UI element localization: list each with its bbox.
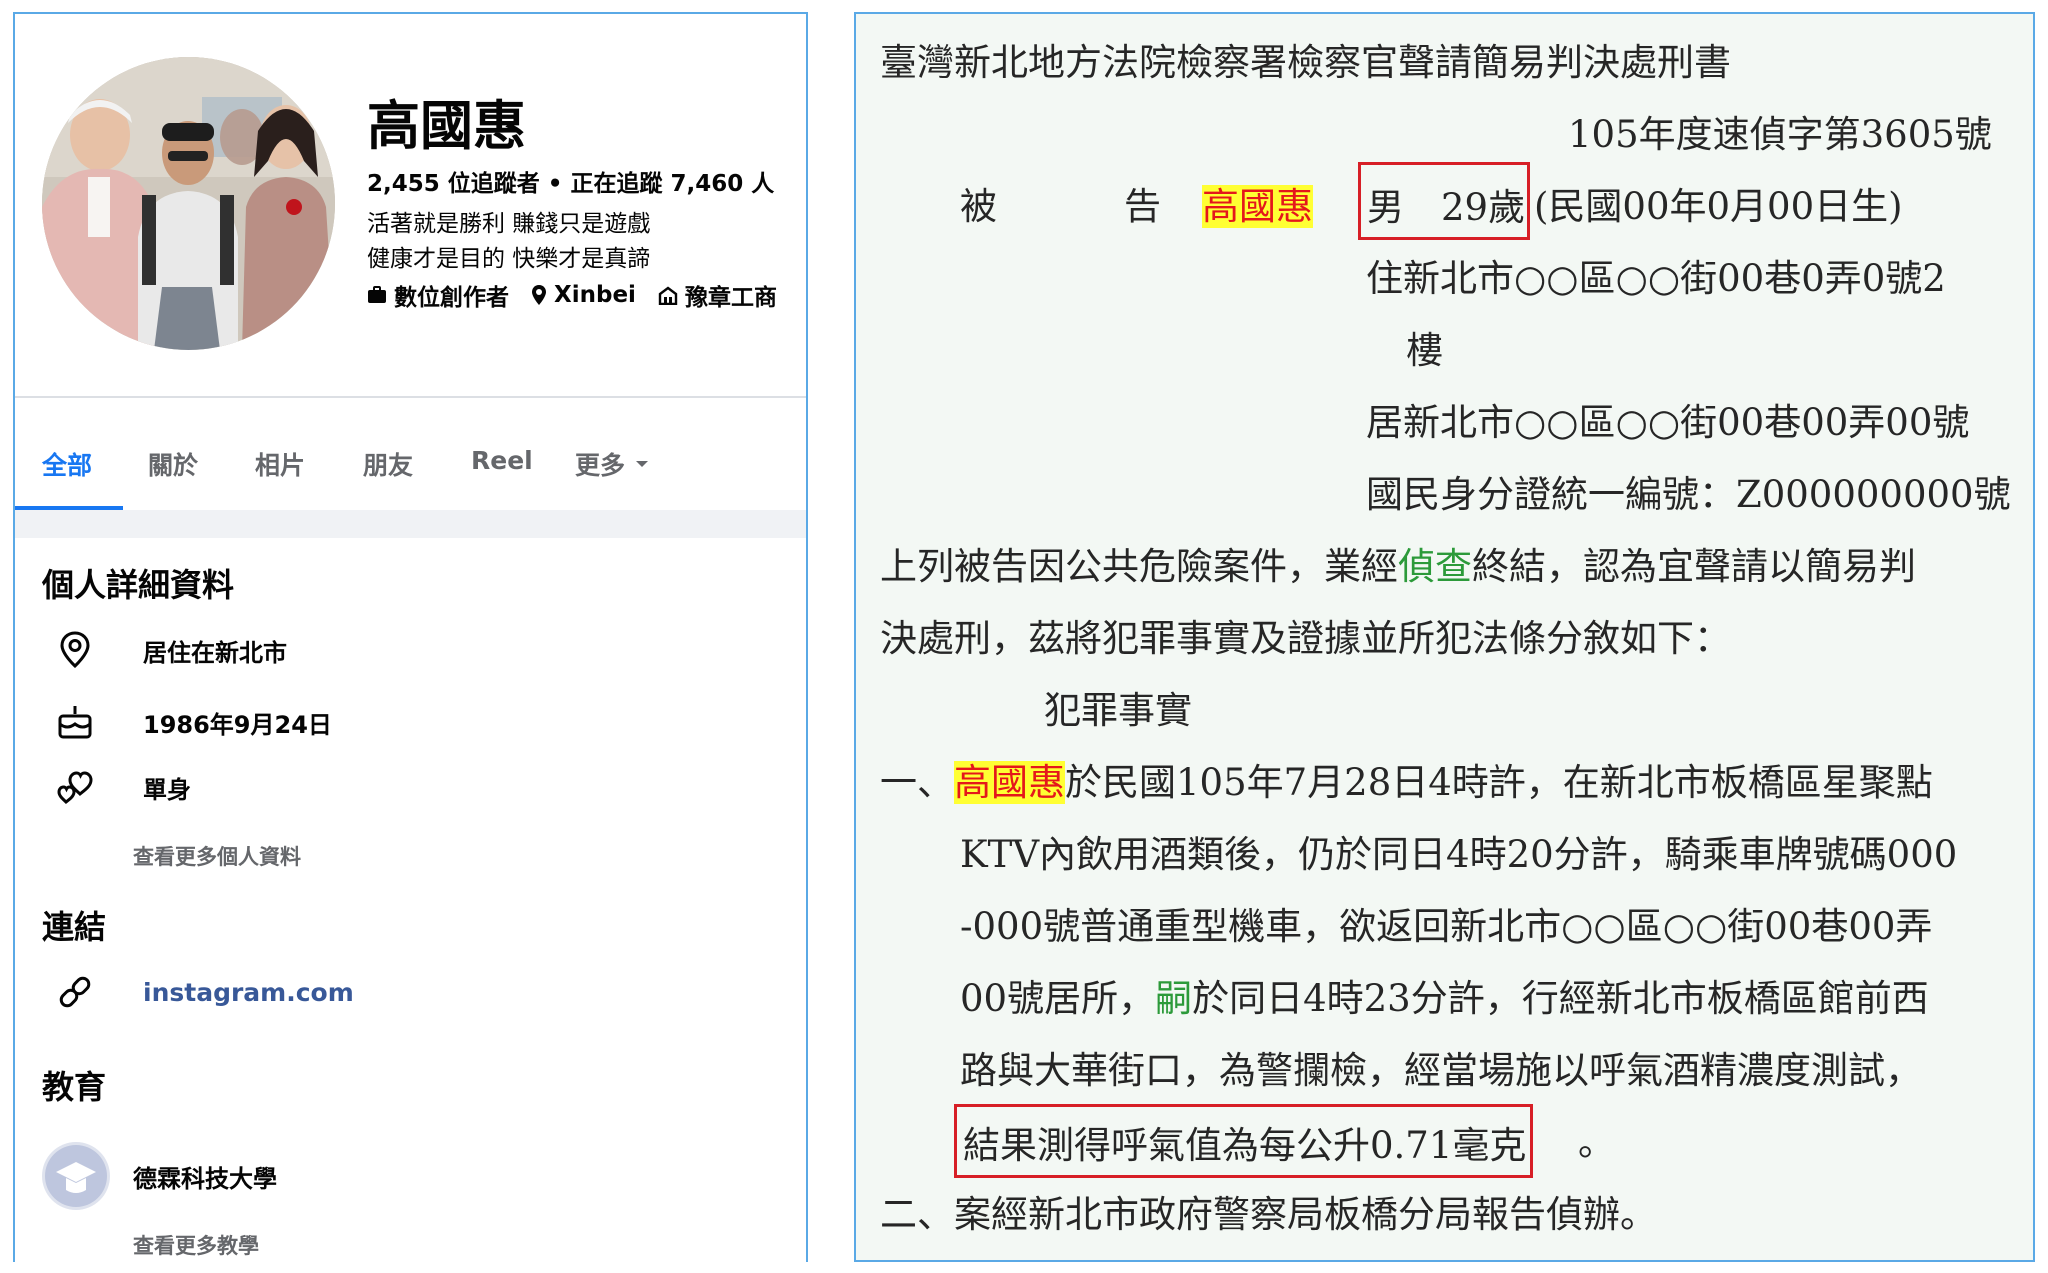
see-more-education-link[interactable]: 查看更多教學 xyxy=(133,1230,259,1260)
education-school: 德霖科技大學 xyxy=(42,1142,277,1210)
profile-meta: 數位創作者 Xinbei 豫章工商 xyxy=(367,278,799,312)
instagram-link[interactable]: instagram.com xyxy=(143,978,354,1007)
para1-text-b: 終結，認為宜聲請以簡易判 xyxy=(1472,545,1916,588)
lives-in-text[interactable]: 居住在新北市 xyxy=(143,633,287,668)
profile-panel: 高國惠 2,455 位追蹤者 • 正在追蹤 7,460 人 活著就是勝利 賺錢只… xyxy=(13,12,808,1262)
meta-category-label: 數位創作者 xyxy=(394,285,509,311)
facts-heading: 犯罪事實 xyxy=(1044,689,1192,732)
detail-birthday: 1986年9月24日 xyxy=(55,702,332,742)
caret-down-icon xyxy=(636,461,649,467)
doc-title: 臺灣新北地方法院檢察署檢察官聲請簡易判決處刑書 xyxy=(880,41,1731,84)
indictment-document: 臺灣新北地方法院檢察署檢察官聲請簡易判決處刑書 105年度速偵字第3605號 被… xyxy=(854,12,2035,1262)
detail-relationship: 單身 xyxy=(55,767,191,807)
relationship-text: 單身 xyxy=(143,775,191,804)
fact1-text-4a: 00號居所， xyxy=(960,977,1156,1020)
defendant-name: 高國惠 xyxy=(1202,176,1313,230)
fact1-line3: -000號普通重型機車，欲返回新北市○○區○○街00巷00弄 xyxy=(960,905,1933,948)
national-id: 國民身分證統一編號：Z000000000號 xyxy=(1366,473,2011,516)
fact2: 二、案經新北市政府警察局板橋分局報告偵辦。 xyxy=(880,1193,1657,1236)
hearts-icon xyxy=(57,771,93,804)
address-residence-line2: 樓 xyxy=(1406,329,1443,372)
link-instagram: instagram.com xyxy=(55,972,354,1012)
tab-more-label: 更多 xyxy=(575,451,626,480)
profile-tabs: 全部 關於 相片 朋友 Reel 更多 xyxy=(15,398,806,511)
details-section-title: 個人詳細資料 xyxy=(42,566,235,604)
school-avatar-icon[interactable] xyxy=(42,1142,110,1210)
meta-category: 數位創作者 xyxy=(367,278,509,312)
fact1-line5: 路與大華街口，為警攔檢，經當場施以呼氣酒精濃度測試， xyxy=(960,1049,1922,1092)
address-domicile: 居新北市○○區○○街00巷00弄00號 xyxy=(1366,401,1970,444)
school-name[interactable]: 德霖科技大學 xyxy=(133,1159,277,1194)
address-residence-line1: 住新北市○○區○○街00巷0弄0號2 xyxy=(1366,257,1946,300)
education-section-title: 教育 xyxy=(42,1068,107,1106)
fact1-line1: 一、高國惠於民國105年7月28日4時許，在新北市板橋區星聚點 xyxy=(880,752,1933,806)
defendant-name-highlight: 高國惠 xyxy=(1202,185,1313,228)
fact1-line2: KTV內飲用酒類後，仍於同日4時20分許，騎乘車牌號碼000 xyxy=(960,833,1958,876)
defendant-label-1: 被 xyxy=(960,185,997,228)
intro-card: 個人詳細資料 居住在新北市 1986年9月24日 單身 查看更多個人資料 連結 … xyxy=(15,538,806,1262)
para1-term-investigation: 偵查 xyxy=(1398,545,1472,588)
fact1-name-highlight: 高國惠 xyxy=(954,761,1065,804)
tab-photos[interactable]: 相片 xyxy=(255,446,305,482)
section-gap xyxy=(15,510,806,538)
bio-line-2: 健康才是目的 快樂才是真諦 xyxy=(367,246,651,272)
sex-age-annotation: 男 29歲 xyxy=(1358,162,1531,240)
breath-result-text: 結果測得呼氣值為每公升0.71毫克 xyxy=(963,1124,1527,1167)
sex-age-text: 男 29歲 xyxy=(1367,186,1526,229)
profile-avatar[interactable] xyxy=(42,57,335,350)
fact1-prefix: 一、 xyxy=(880,761,954,804)
meta-location-label[interactable]: Xinbei xyxy=(554,282,636,308)
links-section-title: 連結 xyxy=(42,908,107,946)
meta-workplace: 豫章工商 xyxy=(658,278,777,312)
tab-all[interactable]: 全部 xyxy=(42,446,92,482)
avatar-photo xyxy=(42,57,335,350)
tab-reels[interactable]: Reel xyxy=(471,446,533,475)
tab-more[interactable]: 更多 xyxy=(575,446,649,482)
briefcase-icon xyxy=(368,286,386,303)
detail-lives-in: 居住在新北市 xyxy=(55,630,287,670)
fact1-text-1: 於民國105年7月28日4時許，在新北市板橋區星聚點 xyxy=(1065,761,1933,804)
fact1-line6-end: 。 xyxy=(1578,1121,1615,1164)
meta-workplace-label[interactable]: 豫章工商 xyxy=(685,278,777,312)
profile-name: 高國惠 xyxy=(367,96,526,157)
follow-stats[interactable]: 2,455 位追蹤者 • 正在追蹤 7,460 人 xyxy=(367,164,774,198)
meta-location: Xinbei xyxy=(531,282,636,308)
fact1-text-4b: 於同日4時23分許，行經新北市板橋區館前西 xyxy=(1192,977,1929,1020)
bio-line-1: 活著就是勝利 賺錢只是遊戲 xyxy=(367,211,651,237)
profile-header: 高國惠 2,455 位追蹤者 • 正在追蹤 7,460 人 活著就是勝利 賺錢只… xyxy=(15,14,806,396)
defendant-label-2: 告 xyxy=(1124,185,1161,228)
para1-line2: 決處刑，茲將犯罪事實及證據並所犯法條分敘如下： xyxy=(880,617,1731,660)
location-icon xyxy=(532,285,546,305)
link-icon xyxy=(59,976,91,1008)
cake-icon xyxy=(58,706,92,739)
para1-line1: 上列被告因公共危險案件，業經偵查終結，認為宜聲請以簡易判 xyxy=(880,536,1916,590)
doc-case-number: 105年度速偵字第3605號 xyxy=(1568,113,1992,156)
fact1-line4: 00號居所，嗣於同日4時23分許，行經新北市板橋區館前西 xyxy=(960,968,1929,1022)
para1-text-a: 上列被告因公共危險案件，業經 xyxy=(880,545,1398,588)
see-more-details-link[interactable]: 查看更多個人資料 xyxy=(133,841,301,871)
tab-friends[interactable]: 朋友 xyxy=(363,446,413,482)
map-pin-icon xyxy=(60,631,90,669)
fact1-term-then: 嗣 xyxy=(1155,977,1193,1020)
tab-about[interactable]: 關於 xyxy=(148,446,198,482)
breath-result-annotation: 結果測得呼氣值為每公升0.71毫克 xyxy=(954,1104,1534,1178)
building-icon xyxy=(658,286,678,305)
birth-date: (民國00年0月00日生) xyxy=(1534,185,1903,228)
birthday-text: 1986年9月24日 xyxy=(143,710,332,739)
